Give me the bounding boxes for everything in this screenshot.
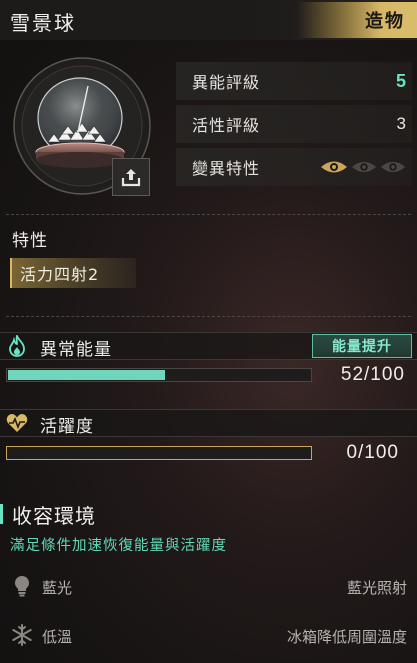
environment-accent <box>0 504 3 524</box>
stat-activity-rating: 活性評級 3 <box>176 105 412 143</box>
item-category-label: 造物 <box>365 11 405 32</box>
eye-icon-active <box>321 161 347 173</box>
eye-icon-inactive <box>380 161 406 173</box>
environment-subtitle: 滿足條件加速恢復能量與活躍度 <box>10 538 227 554</box>
energy-boost-button[interactable]: 能量提升 <box>312 334 412 358</box>
energy-boost-label: 能量提升 <box>332 339 392 355</box>
stat-label: 活性評級 <box>192 116 261 135</box>
energy-value: 52/100 <box>340 364 405 385</box>
item-title: 雪景球 <box>10 11 76 35</box>
item-category-tag: 造物 <box>297 2 417 38</box>
stat-mutation-traits: 變異特性 <box>176 148 412 186</box>
share-button[interactable] <box>112 158 150 196</box>
traits-heading: 特性 <box>12 231 48 251</box>
stat-value: 5 <box>395 70 406 91</box>
trait-label: 活力四射2 <box>20 265 100 284</box>
divider <box>6 316 411 317</box>
energy-bar-fill <box>8 370 165 380</box>
vitality-label: 活躍度 <box>40 417 94 437</box>
lightbulb-icon <box>10 574 34 598</box>
trait-chip[interactable]: 活力四射2 <box>10 258 136 288</box>
eye-icon-inactive <box>351 161 377 173</box>
energy-bar <box>6 368 312 382</box>
energy-label: 異常能量 <box>40 340 112 360</box>
divider <box>6 214 411 215</box>
environment-condition-name: 低溫 <box>42 628 73 646</box>
stat-label: 異能評級 <box>192 73 261 92</box>
environment-condition-desc: 冰箱降低周圍溫度 <box>286 628 407 646</box>
stat-ability-rating: 異能評級 5 <box>176 62 412 100</box>
snowflake-icon <box>10 623 34 647</box>
environment-condition-name: 藍光 <box>42 579 73 597</box>
vitality-bar <box>6 446 312 460</box>
mutation-eye-indicators <box>320 159 406 175</box>
stat-label: 變異特性 <box>192 159 261 178</box>
vitality-value: 0/100 <box>346 442 399 463</box>
environment-title: 收容環境 <box>12 504 96 528</box>
environment-condition-desc: 藍光照射 <box>346 579 407 597</box>
stat-value: 3 <box>396 114 406 133</box>
heartbeat-icon <box>6 412 28 434</box>
share-icon <box>121 169 141 187</box>
flame-icon <box>6 335 28 357</box>
